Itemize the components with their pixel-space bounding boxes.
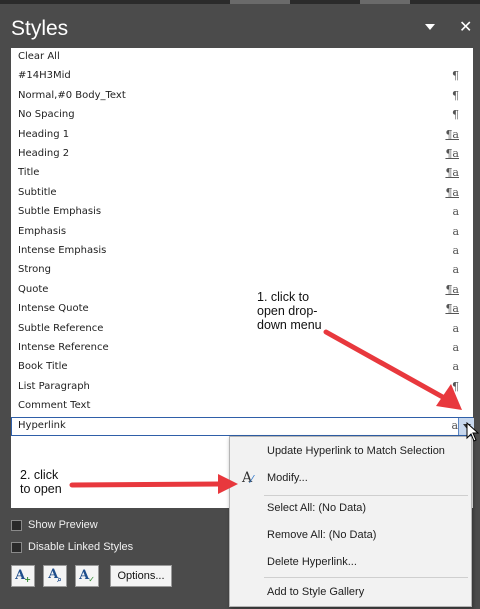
style-context-menu: Update Hyperlink to Match Selection A ⁄ M… xyxy=(229,436,472,607)
style-name: Title xyxy=(18,167,40,179)
style-type-glyph: ¶a xyxy=(445,302,459,316)
style-type-glyph: ¶ xyxy=(452,379,459,393)
annotation-step-2: 2. click to open xyxy=(20,468,62,496)
style-type-glyph: ¶a xyxy=(445,127,459,141)
style-inspector-icon: A⌕ xyxy=(48,567,62,584)
annotation-line: 2. click xyxy=(20,468,59,482)
style-row[interactable]: Normal,#0 Body_Text ¶ xyxy=(11,87,473,106)
style-row[interactable]: Quote ¶a xyxy=(11,281,473,300)
close-icon[interactable]: ✕ xyxy=(459,17,479,37)
menu-item-add-to-gallery[interactable]: Add to Style Gallery xyxy=(230,581,471,605)
style-type-glyph: a xyxy=(452,263,459,277)
menu-item-label: Remove All: (No Data) xyxy=(267,529,377,541)
style-name: Comment Text xyxy=(18,400,91,412)
checkbox-box[interactable] xyxy=(11,542,22,553)
style-name: Strong xyxy=(18,264,51,276)
style-name: Subtle Reference xyxy=(18,322,104,334)
style-type-glyph: a xyxy=(452,224,459,238)
style-name: No Spacing xyxy=(18,109,75,121)
style-row[interactable]: Comment Text xyxy=(11,397,473,416)
style-row[interactable]: Strong a xyxy=(11,261,473,280)
annotation-line: open drop- xyxy=(257,304,318,318)
checkbox-label: Show Preview xyxy=(28,519,98,531)
manage-styles-icon: A✓ xyxy=(79,567,95,585)
style-type-glyph: a xyxy=(452,205,459,219)
style-type-glyph: a xyxy=(452,244,459,257)
annotation-line: down menu xyxy=(257,318,322,332)
style-name: Subtitle xyxy=(18,186,57,198)
style-type-glyph: ¶ xyxy=(452,69,459,83)
style-name: Emphasis xyxy=(18,225,67,237)
menu-separator xyxy=(264,577,468,578)
disable-linked-styles-checkbox[interactable]: Disable Linked Styles xyxy=(11,540,211,556)
style-name: Heading 2 xyxy=(18,148,70,159)
style-name: List Paragraph xyxy=(18,380,90,392)
show-preview-checkbox[interactable]: Show Preview xyxy=(11,518,211,534)
style-row[interactable]: Book Title a xyxy=(11,358,473,377)
style-type-glyph: a xyxy=(452,360,459,374)
modify-style-icon: A ⁄ xyxy=(242,470,253,486)
style-name: Clear All xyxy=(18,51,60,62)
style-name: Intense Quote xyxy=(18,303,89,315)
menu-item-modify[interactable]: A ⁄ Modify... xyxy=(230,467,471,491)
menu-item-remove-all[interactable]: Remove All: (No Data) xyxy=(230,524,471,548)
style-row[interactable]: Intense Emphasis a xyxy=(11,242,473,261)
menu-item-label: Select All: (No Data) xyxy=(267,502,367,514)
style-name: Hyperlink xyxy=(18,419,66,431)
style-row[interactable]: Intense Reference a xyxy=(11,339,473,358)
annotation-step-1: 1. click to open drop- down menu xyxy=(257,290,322,332)
menu-item-label: Delete Hyperlink... xyxy=(267,556,357,568)
mouse-pointer-icon xyxy=(466,422,480,442)
style-row[interactable]: Intense Quote ¶a xyxy=(11,300,473,319)
style-row-selected[interactable]: Hyperlink a xyxy=(11,416,474,436)
style-name: #14H3Mid xyxy=(18,70,71,82)
new-style-button[interactable]: A+ xyxy=(11,565,35,587)
style-row[interactable]: Heading 1 ¶a xyxy=(11,126,473,145)
style-type-glyph: a xyxy=(452,321,459,335)
pane-title: Styles xyxy=(11,17,69,40)
style-type-glyph: ¶a xyxy=(445,185,459,199)
manage-styles-button[interactable]: A✓ xyxy=(75,565,99,587)
style-row[interactable]: Subtle Reference a xyxy=(11,320,473,339)
style-type-glyph: ¶ xyxy=(452,108,459,122)
style-type-glyph: ¶a xyxy=(445,147,459,160)
menu-item-select-all[interactable]: Select All: (No Data) xyxy=(230,497,471,521)
style-name: Intense Reference xyxy=(18,342,109,353)
style-row[interactable]: #14H3Mid ¶ xyxy=(11,67,473,86)
checkbox-label: Disable Linked Styles xyxy=(28,541,134,553)
style-name: Intense Emphasis xyxy=(18,245,107,256)
style-name: Heading 1 xyxy=(18,128,70,140)
style-row[interactable]: List Paragraph ¶ xyxy=(11,378,473,397)
style-row[interactable]: Heading 2 ¶a xyxy=(11,145,473,164)
style-type-glyph: ¶a xyxy=(445,166,459,180)
style-name: Quote xyxy=(18,283,49,295)
menu-item-label: Modify... xyxy=(267,472,308,484)
annotation-line: 1. click to xyxy=(257,290,310,304)
style-type-glyph: ¶a xyxy=(445,282,459,296)
style-row[interactable]: No Spacing ¶ xyxy=(11,106,473,125)
style-type-glyph: a xyxy=(452,341,459,354)
menu-separator xyxy=(264,495,468,496)
style-name: Book Title xyxy=(18,361,68,373)
pane-title-bar: Styles ✕ xyxy=(0,4,480,48)
style-name: Normal,#0 Body_Text xyxy=(18,89,126,101)
style-row[interactable]: Emphasis a xyxy=(11,223,473,242)
options-button[interactable]: Options... xyxy=(110,565,172,587)
style-row[interactable]: Subtitle ¶a xyxy=(11,184,473,203)
pane-options-chevron-icon[interactable] xyxy=(423,21,437,33)
style-row[interactable]: Title ¶a xyxy=(11,164,473,183)
new-style-icon: A+ xyxy=(15,567,31,585)
menu-item-delete[interactable]: Delete Hyperlink... xyxy=(230,551,471,575)
checkbox-box[interactable] xyxy=(11,520,22,531)
style-type-glyph: ¶ xyxy=(452,88,459,102)
style-inspector-button[interactable]: A⌕ xyxy=(43,565,67,587)
annotation-line: to open xyxy=(20,482,62,496)
menu-item-label: Update Hyperlink to Match Selection xyxy=(267,445,445,457)
menu-item-update-to-match[interactable]: Update Hyperlink to Match Selection xyxy=(230,440,471,464)
style-name: Subtle Emphasis xyxy=(18,206,102,218)
style-row[interactable]: Subtle Emphasis a xyxy=(11,203,473,222)
menu-item-label: Add to Style Gallery xyxy=(267,586,365,598)
style-row[interactable]: Clear All xyxy=(11,48,473,67)
